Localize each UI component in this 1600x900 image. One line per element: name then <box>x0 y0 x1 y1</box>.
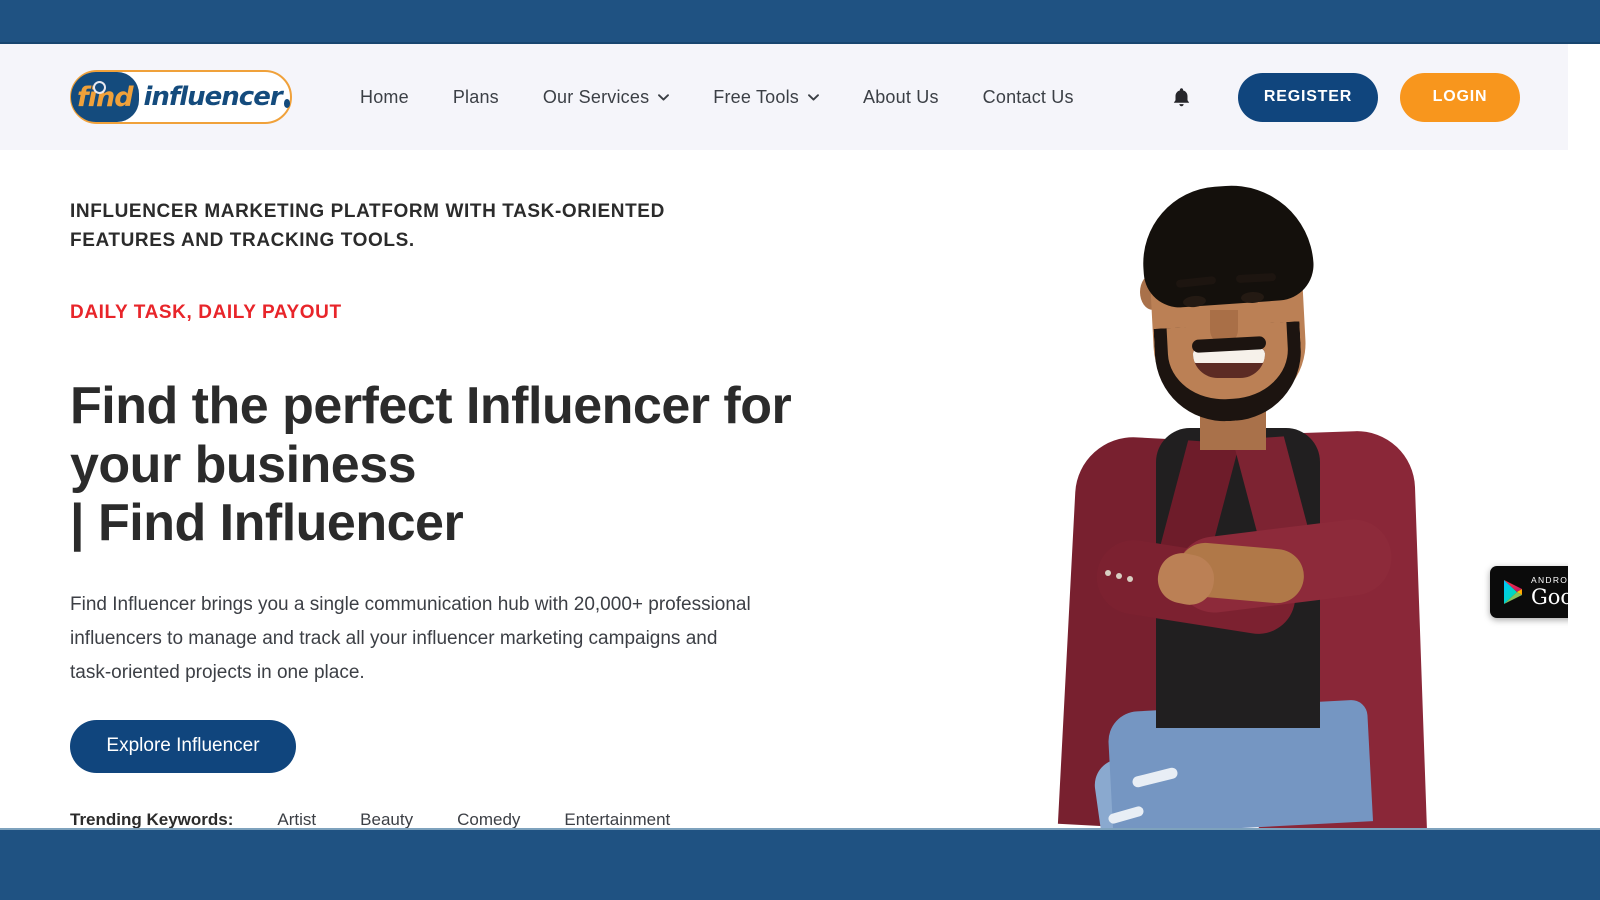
logo-dot <box>283 99 290 108</box>
nav-item-about-us[interactable]: About Us <box>863 87 939 108</box>
keyword-comedy[interactable]: Comedy <box>457 810 520 828</box>
nav-item-free-tools[interactable]: Free Tools <box>713 87 819 108</box>
keyword-entertainment[interactable]: Entertainment <box>564 810 670 828</box>
nav-item-our-services-label: Our Services <box>542 86 650 107</box>
headline-line-2: your business <box>70 435 417 494</box>
logo-find-badge: find <box>71 72 139 122</box>
scrollbar-track[interactable] <box>1568 44 1600 828</box>
keyword-beauty[interactable]: Beauty <box>360 810 413 828</box>
play-badge-bottom-label: Google Play <box>1531 584 1568 609</box>
logo-influencer-text: influencer <box>143 82 283 112</box>
influencer-photo <box>900 150 1440 828</box>
hero-section: INFLUENCER MARKETING PLATFORM WITH TASK-… <box>0 150 1568 828</box>
chevron-down-icon <box>808 93 819 101</box>
nav-item-about-us-label: About Us <box>863 86 939 107</box>
headline-line-1: Find the perfect Influencer for <box>70 376 792 435</box>
headline-line-3: | Find Influencer <box>70 494 464 553</box>
nav-item-free-tools-label: Free Tools <box>713 86 800 107</box>
browser-bottom-chrome <box>0 828 1600 900</box>
page-title: Find the perfect Influencer for your bus… <box>70 377 870 553</box>
web-page-viewport: find influencer Home Plans Our Services <box>0 44 1568 828</box>
explore-influencer-button[interactable]: Explore Influencer <box>70 719 296 773</box>
chevron-down-icon <box>658 93 670 101</box>
trending-keywords-label: Trending Keywords: <box>70 809 234 828</box>
google-play-badge-text: ANDROID APP ON Google Play <box>1531 576 1568 608</box>
nav-item-plans-label: Plans <box>452 86 499 107</box>
nav-item-plans[interactable]: Plans <box>453 87 499 108</box>
register-button[interactable]: REGISTER <box>1238 72 1378 122</box>
hero-copy: INFLUENCER MARKETING PLATFORM WITH TASK-… <box>70 197 870 828</box>
hero-image <box>900 150 1440 828</box>
site-logo[interactable]: find influencer <box>70 70 292 124</box>
browser-window: find influencer Home Plans Our Services <box>0 0 1600 900</box>
google-play-triangle-icon <box>1502 579 1524 605</box>
nav-item-contact-us-label: Contact Us <box>982 86 1074 107</box>
bell-icon[interactable] <box>1172 87 1191 108</box>
site-header: find influencer Home Plans Our Services <box>0 44 1568 150</box>
browser-top-chrome <box>0 0 1600 44</box>
keyword-artist[interactable]: Artist <box>277 810 316 828</box>
nav-item-home[interactable]: Home <box>360 87 409 108</box>
logo-find-text: find <box>76 81 134 113</box>
hero-description: Find Influencer brings you a single comm… <box>70 594 751 683</box>
primary-navigation: Home Plans Our Services Free Tools About… <box>360 87 1191 108</box>
login-button[interactable]: LOGIN <box>1400 72 1520 122</box>
nav-item-contact-us[interactable]: Contact Us <box>983 87 1074 108</box>
play-badge-top-label: ANDROID APP ON <box>1531 575 1568 586</box>
trending-keywords: Trending Keywords: Artist Beauty Comedy … <box>70 810 870 828</box>
auth-buttons: REGISTER LOGIN <box>1238 72 1520 122</box>
nav-item-our-services[interactable]: Our Services <box>542 86 670 108</box>
nav-item-home-label: Home <box>360 86 409 107</box>
hero-eyebrow: INFLUENCER MARKETING PLATFORM WITH TASK-… <box>70 201 665 252</box>
hero-tagline: DAILY TASK, DAILY PAYOUT <box>70 301 342 323</box>
google-play-badge[interactable]: ANDROID APP ON Google Play <box>1490 566 1568 618</box>
